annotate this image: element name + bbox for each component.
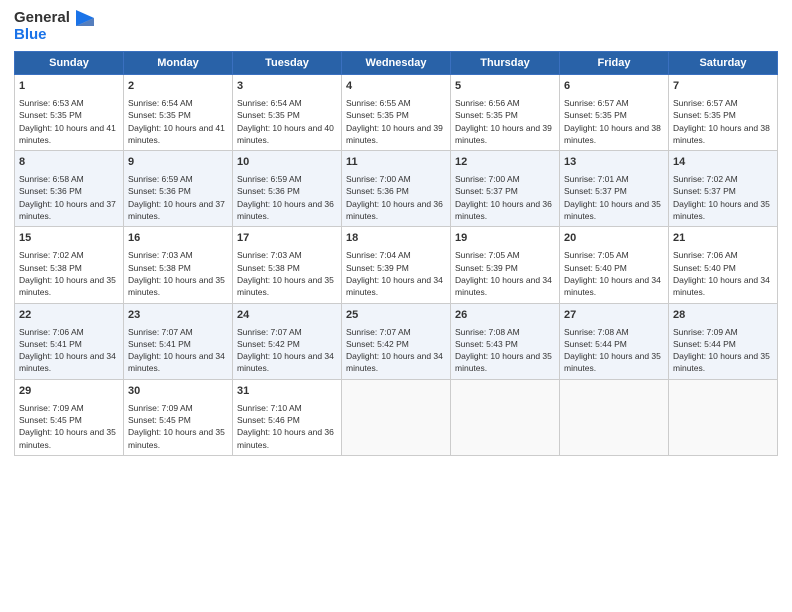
table-cell: 31Sunrise: 7:10 AMSunset: 5:46 PMDayligh…	[233, 379, 342, 455]
logo: General Blue	[14, 10, 94, 43]
table-cell: 5Sunrise: 6:56 AMSunset: 5:35 PMDaylight…	[451, 75, 560, 151]
table-cell: 4Sunrise: 6:55 AMSunset: 5:35 PMDaylight…	[342, 75, 451, 151]
table-cell: 25Sunrise: 7:07 AMSunset: 5:42 PMDayligh…	[342, 303, 451, 379]
table-cell: 29Sunrise: 7:09 AMSunset: 5:45 PMDayligh…	[15, 379, 124, 455]
table-cell	[451, 379, 560, 455]
table-cell: 28Sunrise: 7:09 AMSunset: 5:44 PMDayligh…	[669, 303, 778, 379]
table-cell: 3Sunrise: 6:54 AMSunset: 5:35 PMDaylight…	[233, 75, 342, 151]
table-cell: 24Sunrise: 7:07 AMSunset: 5:42 PMDayligh…	[233, 303, 342, 379]
table-cell: 19Sunrise: 7:05 AMSunset: 5:39 PMDayligh…	[451, 227, 560, 303]
col-tuesday: Tuesday	[233, 52, 342, 75]
col-saturday: Saturday	[669, 52, 778, 75]
col-thursday: Thursday	[451, 52, 560, 75]
table-cell: 7Sunrise: 6:57 AMSunset: 5:35 PMDaylight…	[669, 75, 778, 151]
table-cell: 1Sunrise: 6:53 AMSunset: 5:35 PMDaylight…	[15, 75, 124, 151]
col-sunday: Sunday	[15, 52, 124, 75]
table-cell: 15Sunrise: 7:02 AMSunset: 5:38 PMDayligh…	[15, 227, 124, 303]
col-friday: Friday	[560, 52, 669, 75]
col-wednesday: Wednesday	[342, 52, 451, 75]
table-cell	[342, 379, 451, 455]
table-cell: 16Sunrise: 7:03 AMSunset: 5:38 PMDayligh…	[124, 227, 233, 303]
table-cell: 17Sunrise: 7:03 AMSunset: 5:38 PMDayligh…	[233, 227, 342, 303]
table-cell: 21Sunrise: 7:06 AMSunset: 5:40 PMDayligh…	[669, 227, 778, 303]
col-monday: Monday	[124, 52, 233, 75]
table-cell: 8Sunrise: 6:58 AMSunset: 5:36 PMDaylight…	[15, 151, 124, 227]
table-cell: 12Sunrise: 7:00 AMSunset: 5:37 PMDayligh…	[451, 151, 560, 227]
table-cell: 2Sunrise: 6:54 AMSunset: 5:35 PMDaylight…	[124, 75, 233, 151]
table-cell: 22Sunrise: 7:06 AMSunset: 5:41 PMDayligh…	[15, 303, 124, 379]
table-cell: 9Sunrise: 6:59 AMSunset: 5:36 PMDaylight…	[124, 151, 233, 227]
table-cell	[669, 379, 778, 455]
table-cell: 27Sunrise: 7:08 AMSunset: 5:44 PMDayligh…	[560, 303, 669, 379]
table-cell: 23Sunrise: 7:07 AMSunset: 5:41 PMDayligh…	[124, 303, 233, 379]
table-cell: 20Sunrise: 7:05 AMSunset: 5:40 PMDayligh…	[560, 227, 669, 303]
table-cell	[560, 379, 669, 455]
table-cell: 30Sunrise: 7:09 AMSunset: 5:45 PMDayligh…	[124, 379, 233, 455]
table-cell: 18Sunrise: 7:04 AMSunset: 5:39 PMDayligh…	[342, 227, 451, 303]
table-cell: 6Sunrise: 6:57 AMSunset: 5:35 PMDaylight…	[560, 75, 669, 151]
table-cell: 11Sunrise: 7:00 AMSunset: 5:36 PMDayligh…	[342, 151, 451, 227]
table-cell: 13Sunrise: 7:01 AMSunset: 5:37 PMDayligh…	[560, 151, 669, 227]
table-cell: 14Sunrise: 7:02 AMSunset: 5:37 PMDayligh…	[669, 151, 778, 227]
table-cell: 10Sunrise: 6:59 AMSunset: 5:36 PMDayligh…	[233, 151, 342, 227]
table-cell: 26Sunrise: 7:08 AMSunset: 5:43 PMDayligh…	[451, 303, 560, 379]
